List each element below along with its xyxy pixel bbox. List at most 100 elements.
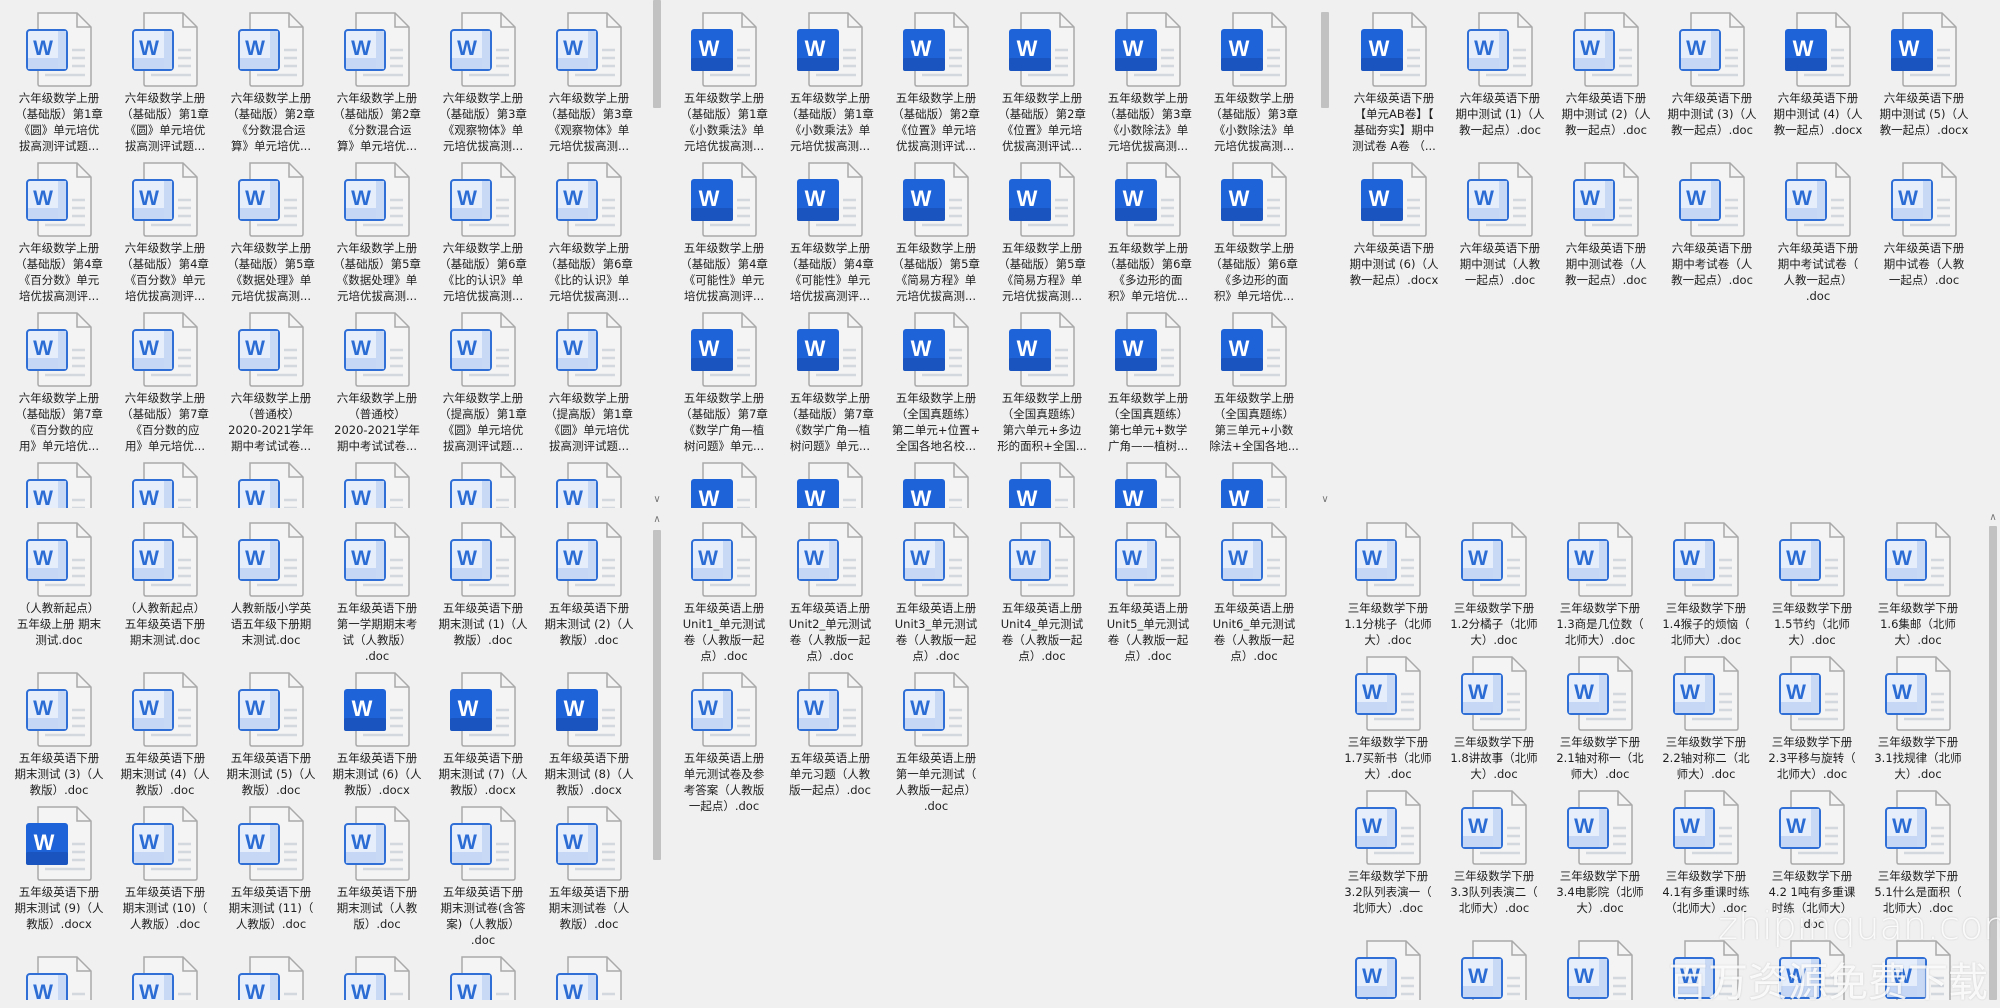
file-item[interactable]: W 五年级数学上册 （全国真题练） 第六单元+多边 形的面积+全国... — [989, 304, 1095, 454]
file-item[interactable]: W 六年级数学上册 （普通校） 2020-2021学年 期中考试试卷... — [324, 304, 430, 454]
file-item[interactable]: W （人教新起点） 五年级上册 期末 测试.doc — [6, 514, 112, 648]
file-item[interactable]: W — [112, 948, 218, 1000]
file-item[interactable]: W 六年级数学上册 （提高版）第1章 《圆》单元培优 拔高测评试题... — [430, 304, 536, 454]
file-item[interactable]: W 五年级英语下册 期末测试 (7)（人 教版）.docx — [430, 664, 536, 798]
file-item[interactable]: W 五年级英语下册 期末测试 (2)（人 教版）.doc — [536, 514, 642, 648]
file-item[interactable]: W 五年级英语下册 期末测试 (5)（人 教版）.doc — [218, 664, 324, 798]
file-item[interactable]: W 六年级数学上册 （基础版）第5章 《数据处理》单 元培优拔高测... — [218, 154, 324, 304]
file-item[interactable]: W 三年级数学下册 1.4猴子的烦恼（ 北师大）.doc — [1653, 514, 1759, 648]
scroll-up-arrow-icon[interactable]: ∧ — [650, 514, 664, 526]
file-item[interactable]: W — [883, 454, 989, 508]
file-item[interactable]: W 三年级数学下册 4.1有多重课时练 （北师大）.doc — [1653, 782, 1759, 916]
file-item[interactable]: W 六年级数学上册 （基础版）第1章 《圆》单元培优 拔高测评试题... — [112, 4, 218, 154]
file-item[interactable]: W 三年级数学下册 3.1找规律（北师 大）.doc — [1865, 648, 1971, 782]
file-item[interactable]: W 五年级英语下册 期末测试卷（人 教版）.doc — [536, 798, 642, 932]
scrollbar-thumb[interactable] — [653, 0, 661, 108]
file-item[interactable]: W 六年级数学上册 （基础版）第6章 《比的认识》单 元培优拔高测... — [536, 154, 642, 304]
file-item[interactable]: W 五年级数学上册 （基础版）第5章 《简易方程》单 元培优拔高测... — [883, 154, 989, 304]
file-item[interactable]: W — [1441, 932, 1547, 1000]
file-item[interactable]: W 五年级英语下册 期末测试（人教 版）.doc — [324, 798, 430, 932]
file-item[interactable]: W 人教新版小学英 语五年级下册期 末测试.doc — [218, 514, 324, 648]
file-item[interactable]: W — [989, 454, 1095, 508]
file-item[interactable]: W — [1201, 454, 1307, 508]
file-item[interactable]: W — [6, 948, 112, 1000]
file-item[interactable]: W 五年级数学上册 （基础版）第6章 《多边形的面 积》单元培优... — [1095, 154, 1201, 304]
file-item[interactable]: W 五年级数学上册 （基础版）第2章 《位置》单元培 优拔高测评试... — [883, 4, 989, 154]
file-item[interactable]: W — [536, 948, 642, 1000]
scrollbar-thumb[interactable] — [653, 530, 661, 860]
file-item[interactable]: W 五年级英语下册 期末测试 (8)（人 教版）.docx — [536, 664, 642, 798]
file-item[interactable]: W 五年级数学上册 （全国真题练） 第二单元+位置+ 全国各地名校... — [883, 304, 989, 454]
file-item[interactable]: W 三年级数学下册 5.1什么是面积（ 北师大）.doc — [1865, 782, 1971, 916]
file-item[interactable]: W 六年级英语下册 期中测试 (5)（人 教一起点）.docx — [1871, 4, 1977, 138]
file-item[interactable]: W 三年级数学下册 3.4电影院（北师 大）.doc — [1547, 782, 1653, 916]
file-item[interactable]: W 五年级英语上册 Unit4_单元测试 卷（人教版一起 点）.doc — [989, 514, 1095, 664]
file-item[interactable]: W 五年级数学上册 （基础版）第4章 《可能性》单元 培优拔高测评... — [671, 154, 777, 304]
file-item[interactable]: W 三年级数学下册 3.2队列表演一（ 北师大）.doc — [1335, 782, 1441, 916]
file-item[interactable]: W — [430, 948, 536, 1000]
file-item[interactable]: W 三年级数学下册 1.5节约（北师 大）.doc — [1759, 514, 1865, 648]
file-item[interactable]: W 六年级数学上册 （基础版）第2章 《分数混合运 算》单元培优... — [218, 4, 324, 154]
file-item[interactable]: W 六年级数学上册 （基础版）第3章 《观察物体》单 元培优拔高测... — [430, 4, 536, 154]
file-item[interactable]: W — [1335, 932, 1441, 1000]
file-item[interactable]: W 六年级数学上册 （基础版）第7章 《百分数的应 用》单元培优... — [6, 304, 112, 454]
file-item[interactable]: W 六年级数学上册 （基础版）第3章 《观察物体》单 元培优拔高测... — [536, 4, 642, 154]
file-item[interactable]: W 六年级英语下册 期中测试 (3)（人 教一起点）.doc — [1659, 4, 1765, 138]
file-item[interactable]: W 五年级英语上册 Unit3_单元测试 卷（人教版一起 点）.doc — [883, 514, 989, 664]
file-item[interactable]: W 三年级数学下册 2.3平移与旋转（ 北师大）.doc — [1759, 648, 1865, 782]
file-item[interactable]: W 五年级英语下册 期末测试 (4)（人 教版）.doc — [112, 664, 218, 798]
file-item[interactable]: W 三年级数学下册 2.2轴对称二（北 师大）.doc — [1653, 648, 1759, 782]
file-item[interactable]: W 五年级英语上册 Unit2_单元测试 卷（人教版一起 点）.doc — [777, 514, 883, 664]
file-item[interactable]: W 三年级数学下册 1.8讲故事（北师 大）.doc — [1441, 648, 1547, 782]
file-item[interactable]: W — [324, 948, 430, 1000]
scroll-down-arrow-icon[interactable]: ∨ — [650, 494, 664, 506]
file-item[interactable]: W 五年级数学上册 （基础版）第4章 《可能性》单元 培优拔高测评... — [777, 154, 883, 304]
file-item[interactable]: W — [1095, 454, 1201, 508]
file-item[interactable]: W 五年级英语下册 期末测试 (1)（人 教版）.doc — [430, 514, 536, 648]
file-item[interactable]: W 六年级数学上册 （基础版）第4章 《百分数》单元 培优拔高测评... — [112, 154, 218, 304]
file-item[interactable]: W 五年级英语上册 Unit6_单元测试 卷（人教版一起 点）.doc — [1201, 514, 1307, 664]
file-item[interactable]: W 五年级数学上册 （全国真题练） 第七单元+数学 广角——植树... — [1095, 304, 1201, 454]
file-item[interactable]: W 五年级英语上册 单元测试卷及参 考答案（人教版 一起点）.doc — [671, 664, 777, 814]
file-item[interactable]: W 六年级数学上册 （基础版）第2章 《分数混合运 算》单元培优... — [324, 4, 430, 154]
file-item[interactable]: W — [324, 454, 430, 508]
scroll-down-arrow-icon[interactable]: ∨ — [1318, 494, 1332, 506]
file-item[interactable]: W 三年级数学下册 2.1轴对称一（北 师大）.doc — [1547, 648, 1653, 782]
file-item[interactable]: W — [536, 454, 642, 508]
file-item[interactable]: W 五年级英语上册 第一单元测试（ 人教版一起点） .doc — [883, 664, 989, 814]
file-item[interactable]: W 五年级英语上册 Unit1_单元测试 卷（人教版一起 点）.doc — [671, 514, 777, 664]
file-item[interactable]: W 六年级数学上册 （基础版）第5章 《数据处理》单 元培优拔高测... — [324, 154, 430, 304]
file-item[interactable]: W 五年级数学上册 （基础版）第2章 《位置》单元培 优拔高测评试... — [989, 4, 1095, 154]
file-item[interactable]: W — [218, 454, 324, 508]
file-item[interactable]: W 六年级英语下册 期中测试 (4)（人 教一起点）.docx — [1765, 4, 1871, 138]
file-item[interactable]: W 三年级数学下册 1.6集邮（北师 大）.doc — [1865, 514, 1971, 648]
file-item[interactable]: W — [1547, 932, 1653, 1000]
file-item[interactable]: W 六年级数学上册 （基础版）第1章 《圆》单元培优 拔高测评试题... — [6, 4, 112, 154]
file-item[interactable]: W — [218, 948, 324, 1000]
file-item[interactable]: W 五年级英语下册 第一学期期末考 试（人教版） .doc — [324, 514, 430, 664]
file-item[interactable]: W — [671, 454, 777, 508]
file-item[interactable]: W 五年级数学上册 （基础版）第5章 《简易方程》单 元培优拔高测... — [989, 154, 1095, 304]
file-item[interactable]: W 五年级数学上册 （基础版）第1章 《小数乘法》单 元培优拔高测... — [671, 4, 777, 154]
file-item[interactable]: W — [112, 454, 218, 508]
file-item[interactable]: W 五年级英语下册 期末测试 (10)（ 人教版）.doc — [112, 798, 218, 932]
scrollbar-top-middle[interactable]: ∨ — [1318, 0, 1332, 508]
scroll-up-arrow-icon[interactable]: ∧ — [1986, 512, 2000, 524]
file-item[interactable]: W 三年级数学下册 1.2分橘子（北师 大）.doc — [1441, 514, 1547, 648]
scrollbar-bottom-left[interactable]: ∧ — [650, 510, 664, 1000]
file-item[interactable]: W 五年级英语下册 期末测试 (11)（ 人教版）.doc — [218, 798, 324, 932]
file-item[interactable]: W 三年级数学下册 3.3队列表演二（ 北师大）.doc — [1441, 782, 1547, 916]
file-item[interactable]: W 五年级英语下册 期末测试 (9)（人 教版）.docx — [6, 798, 112, 932]
file-item[interactable]: W 五年级英语上册 Unit5_单元测试 卷（人教版一起 点）.doc — [1095, 514, 1201, 664]
file-item[interactable]: W 五年级英语下册 期末测试 (6)（人 教版）.docx — [324, 664, 430, 798]
file-item[interactable]: W 五年级数学上册 （全国真题练） 第三单元+小数 除法+全国各地... — [1201, 304, 1307, 454]
file-item[interactable]: W 六年级数学上册 （基础版）第7章 《百分数的应 用》单元培优... — [112, 304, 218, 454]
file-item[interactable]: W 五年级数学上册 （基础版）第3章 《小数除法》单 元培优拔高测... — [1095, 4, 1201, 154]
file-item[interactable]: W 六年级英语下册 期中测试 (1)（人 教一起点）.doc — [1447, 4, 1553, 138]
scrollbar-top-left[interactable]: ∨ — [650, 0, 664, 508]
file-item[interactable]: W — [430, 454, 536, 508]
file-item[interactable]: W 五年级数学上册 （基础版）第6章 《多边形的面 积》单元培优... — [1201, 154, 1307, 304]
file-item[interactable]: W 六年级数学上册 （提高版）第1章 《圆》单元培优 拔高测评试题... — [536, 304, 642, 454]
file-item[interactable]: W 五年级数学上册 （基础版）第3章 《小数除法》单 元培优拔高测... — [1201, 4, 1307, 154]
file-item[interactable]: W 五年级数学上册 （基础版）第7章 《数学广角—植 树问题》单元... — [671, 304, 777, 454]
